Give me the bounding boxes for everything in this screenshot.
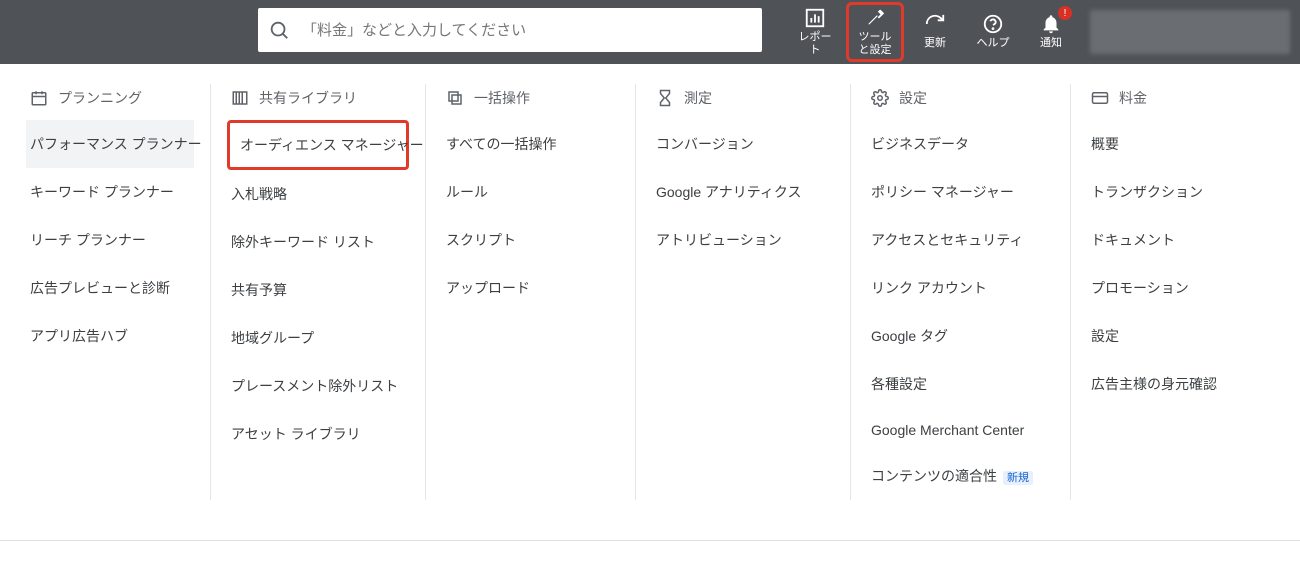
notification-badge: ! bbox=[1058, 6, 1072, 20]
menu-content-suitability[interactable]: コンテンツの適合性新規 bbox=[867, 452, 1054, 500]
col-header-label: 一括操作 bbox=[474, 88, 530, 108]
menu-item-label: コンテンツの適合性 bbox=[871, 468, 997, 484]
help-label: ヘルプ bbox=[977, 37, 1010, 50]
library-icon bbox=[231, 89, 249, 107]
notifications-label: 通知 bbox=[1040, 37, 1062, 50]
menu-advertiser-verification[interactable]: 広告主様の身元確認 bbox=[1087, 360, 1274, 408]
tools-settings-button[interactable]: ツールと設定 bbox=[846, 2, 904, 62]
col-settings: 設定 ビジネスデータ ポリシー マネージャー アクセスとセキュリティ リンク ア… bbox=[850, 84, 1070, 500]
card-icon bbox=[1091, 89, 1109, 107]
menu-merchant-center[interactable]: Google Merchant Center bbox=[867, 408, 1054, 452]
col-measurement: 測定 コンバージョン Google アナリティクス アトリビューション bbox=[635, 84, 850, 500]
gear-icon bbox=[871, 89, 889, 107]
help-icon bbox=[982, 13, 1004, 35]
menu-asset-library[interactable]: アセット ライブラリ bbox=[227, 410, 409, 458]
menu-bid-strategies[interactable]: 入札戦略 bbox=[227, 170, 409, 218]
col-header-settings: 設定 bbox=[867, 84, 1054, 120]
col-header-label: 料金 bbox=[1119, 88, 1147, 108]
new-badge: 新規 bbox=[1003, 471, 1033, 485]
col-header-planning: プランニング bbox=[26, 84, 194, 120]
menu-shared-budgets[interactable]: 共有予算 bbox=[227, 266, 409, 314]
account-info[interactable] bbox=[1090, 10, 1290, 54]
menu-promotions[interactable]: プロモーション bbox=[1087, 264, 1274, 312]
col-planning: プランニング パフォーマンス プランナー キーワード プランナー リーチ プラン… bbox=[10, 84, 210, 500]
menu-transactions[interactable]: トランザクション bbox=[1087, 168, 1274, 216]
menu-business-data[interactable]: ビジネスデータ bbox=[867, 120, 1054, 168]
search-input[interactable] bbox=[302, 22, 752, 39]
wrench-icon bbox=[864, 7, 886, 29]
search-box[interactable] bbox=[258, 8, 762, 52]
menu-access-security[interactable]: アクセスとセキュリティ bbox=[867, 216, 1054, 264]
tools-label: ツールと設定 bbox=[857, 31, 893, 57]
refresh-button[interactable]: 更新 bbox=[906, 0, 964, 64]
refresh-label: 更新 bbox=[924, 37, 946, 50]
col-header-label: 測定 bbox=[684, 88, 712, 108]
notifications-button[interactable]: ! 通知 bbox=[1022, 0, 1080, 64]
menu-documents[interactable]: ドキュメント bbox=[1087, 216, 1274, 264]
menu-reach-planner[interactable]: リーチ プランナー bbox=[26, 216, 194, 264]
menu-policy-manager[interactable]: ポリシー マネージャー bbox=[867, 168, 1054, 216]
menu-billing-summary[interactable]: 概要 bbox=[1087, 120, 1274, 168]
menu-conversions[interactable]: コンバージョン bbox=[652, 120, 834, 168]
hourglass-icon bbox=[656, 89, 674, 107]
menu-preferences[interactable]: 各種設定 bbox=[867, 360, 1054, 408]
menu-analytics[interactable]: Google アナリティクス bbox=[652, 168, 834, 216]
tools-megamenu: プランニング パフォーマンス プランナー キーワード プランナー リーチ プラン… bbox=[0, 64, 1300, 541]
menu-uploads[interactable]: アップロード bbox=[442, 264, 619, 312]
menu-negative-keywords[interactable]: 除外キーワード リスト bbox=[227, 218, 409, 266]
menu-ad-preview[interactable]: 広告プレビューと診断 bbox=[26, 264, 194, 312]
col-billing: 料金 概要 トランザクション ドキュメント プロモーション 設定 広告主様の身元… bbox=[1070, 84, 1290, 500]
menu-billing-settings[interactable]: 設定 bbox=[1087, 312, 1274, 360]
col-header-label: プランニング bbox=[58, 88, 142, 108]
refresh-icon bbox=[924, 13, 946, 35]
menu-keyword-planner[interactable]: キーワード プランナー bbox=[26, 168, 194, 216]
topbar-right: レポート ツールと設定 更新 ヘルプ ! 通知 bbox=[786, 0, 1290, 64]
report-icon bbox=[804, 7, 826, 29]
menu-rules[interactable]: ルール bbox=[442, 168, 619, 216]
menu-attribution[interactable]: アトリビューション bbox=[652, 216, 834, 264]
menu-google-tag[interactable]: Google タグ bbox=[867, 312, 1054, 360]
search-icon bbox=[268, 19, 290, 41]
col-header-billing: 料金 bbox=[1087, 84, 1274, 120]
col-shared-library: 共有ライブラリ オーディエンス マネージャー 入札戦略 除外キーワード リスト … bbox=[210, 84, 425, 500]
menu-performance-planner[interactable]: パフォーマンス プランナー bbox=[26, 120, 194, 168]
menu-linked-accounts[interactable]: リンク アカウント bbox=[867, 264, 1054, 312]
menu-all-bulk[interactable]: すべての一括操作 bbox=[442, 120, 619, 168]
col-header-measurement: 測定 bbox=[652, 84, 834, 120]
col-header-shared-library: 共有ライブラリ bbox=[227, 84, 409, 120]
calendar-icon bbox=[30, 89, 48, 107]
bulk-icon bbox=[446, 89, 464, 107]
col-header-bulk: 一括操作 bbox=[442, 84, 619, 120]
menu-scripts[interactable]: スクリプト bbox=[442, 216, 619, 264]
col-header-label: 共有ライブラリ bbox=[259, 88, 357, 108]
topbar: レポート ツールと設定 更新 ヘルプ ! 通知 bbox=[0, 0, 1300, 64]
menu-app-ad-hub[interactable]: アプリ広告ハブ bbox=[26, 312, 194, 360]
menu-audience-manager[interactable]: オーディエンス マネージャー bbox=[227, 120, 409, 170]
menu-placement-exclusions[interactable]: プレースメント除外リスト bbox=[227, 362, 409, 410]
report-label: レポート bbox=[794, 31, 836, 57]
menu-location-groups[interactable]: 地域グループ bbox=[227, 314, 409, 362]
col-header-label: 設定 bbox=[899, 88, 927, 108]
col-bulk: 一括操作 すべての一括操作 ルール スクリプト アップロード bbox=[425, 84, 635, 500]
report-button[interactable]: レポート bbox=[786, 0, 844, 64]
help-button[interactable]: ヘルプ bbox=[964, 0, 1022, 64]
